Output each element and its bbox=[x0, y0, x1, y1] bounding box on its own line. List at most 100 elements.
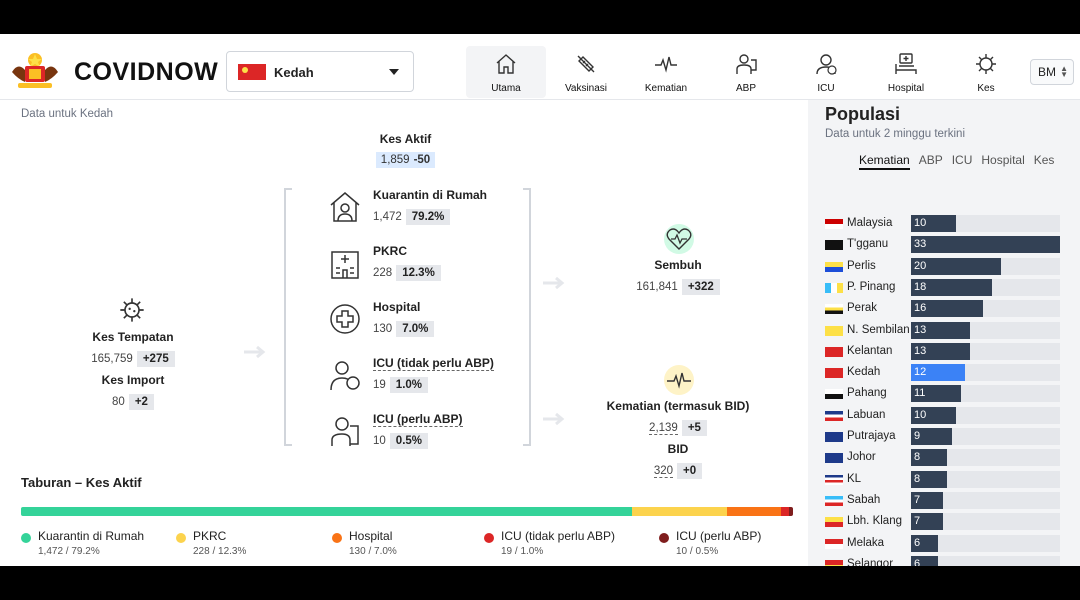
category-pct: 79.2% bbox=[405, 209, 451, 225]
bar-value: 10 bbox=[914, 217, 927, 229]
home-quarantine-icon bbox=[330, 192, 360, 222]
distribution-title: Taburan – Kes Aktif bbox=[21, 475, 142, 490]
up-down-arrows-icon: ▲ ▼ bbox=[1060, 64, 1068, 79]
bar-value: 6 bbox=[914, 557, 921, 566]
nav-item-kematian[interactable]: Kematian bbox=[626, 46, 706, 98]
state-row[interactable]: P. Pinang 18 bbox=[825, 278, 1065, 296]
kes-tempatan-value: 165,759 bbox=[91, 353, 133, 365]
state-row[interactable]: N. Sembilan 13 bbox=[825, 321, 1065, 339]
nav-label: Utama bbox=[491, 83, 521, 94]
sidebar-tab-abp[interactable]: ABP bbox=[919, 153, 943, 167]
bar-value: 11 bbox=[914, 387, 926, 400]
bar-fill: 11 bbox=[911, 385, 961, 403]
category-value: 228 bbox=[373, 267, 393, 279]
state-row[interactable]: Johor 8 bbox=[825, 449, 1065, 467]
state-dropdown[interactable]: Kedah bbox=[226, 51, 414, 92]
state-name: P. Pinang bbox=[847, 280, 896, 293]
sidebar-tab-icu[interactable]: ICU bbox=[952, 153, 973, 167]
state-flag-icon bbox=[825, 282, 843, 293]
nav-item-vaksinasi[interactable]: Vaksinasi bbox=[546, 46, 626, 98]
hospital-bed-icon bbox=[895, 53, 917, 74]
bar-track: 20 bbox=[911, 257, 1060, 275]
category-pct: 0.5% bbox=[389, 433, 429, 449]
bar-fill: 8 bbox=[911, 449, 948, 467]
medical-cross-icon bbox=[330, 304, 360, 334]
state-name: N. Sembilan bbox=[847, 323, 910, 336]
heart-pulse-icon bbox=[666, 228, 692, 250]
state-row[interactable]: Melaka 6 bbox=[825, 534, 1065, 552]
sidebar-tab-kematian[interactable]: Kematian bbox=[859, 153, 910, 170]
state-row[interactable]: Kelantan 13 bbox=[825, 342, 1065, 360]
nav-label: Kematian bbox=[644, 83, 688, 94]
state-row[interactable]: Sabah 7 bbox=[825, 491, 1065, 509]
nav-label: Kes bbox=[977, 83, 995, 94]
population-sidebar: Populasi Data untuk 2 minggu terkini Kem… bbox=[808, 100, 1080, 566]
state-name: Perlis bbox=[847, 259, 876, 272]
category-values: 19 1.0% bbox=[373, 377, 429, 393]
bar-value: 8 bbox=[914, 472, 921, 485]
data-for-state-subtitle: Data untuk Kedah bbox=[21, 108, 114, 120]
category-value: 1,472 bbox=[373, 211, 402, 223]
category-label: ICU (perlu ABP) bbox=[373, 412, 463, 427]
category-kuarantin: Kuarantin di Rumah 1,472 79.2% bbox=[326, 188, 516, 232]
legend-label: ICU (tidak perlu ABP) bbox=[501, 529, 616, 543]
nav-item-utama[interactable]: Utama bbox=[466, 46, 546, 98]
state-row[interactable]: Selangor 6 bbox=[825, 555, 1065, 566]
sembuh-block: Sembuh 161,841 +322 bbox=[613, 258, 743, 295]
bar-track: 8 bbox=[911, 449, 1060, 467]
legend-label: PKRC bbox=[193, 529, 227, 543]
state-flag-icon bbox=[825, 240, 843, 251]
distribution-segment bbox=[789, 507, 793, 516]
sembuh-value: 161,841 bbox=[636, 281, 678, 293]
state-row[interactable]: Perak 16 bbox=[825, 300, 1065, 318]
heartbeat-icon bbox=[655, 56, 677, 73]
state-name: T'gganu bbox=[847, 238, 889, 251]
kes-tempatan-block: Kes Tempatan 165,759 +275 Kes Import 80 +2 bbox=[68, 330, 198, 410]
bar-fill: 7 bbox=[911, 491, 943, 509]
state-flag-icon bbox=[825, 495, 843, 506]
state-row[interactable]: Labuan 10 bbox=[825, 406, 1065, 424]
state-name: KL bbox=[847, 472, 862, 485]
sidebar-tab-hospital[interactable]: Hospital bbox=[981, 153, 1024, 167]
language-select[interactable]: BM ▲ ▼ bbox=[1030, 59, 1074, 85]
state-row[interactable]: Lbh. Klang 7 bbox=[825, 513, 1065, 531]
virus-icon bbox=[120, 298, 144, 322]
state-row[interactable]: T'gganu 33 bbox=[825, 236, 1065, 254]
bar-fill: 8 bbox=[911, 470, 948, 488]
category-icu-perlu-abp: ICU (perlu ABP) 10 0.5% bbox=[326, 412, 516, 456]
coat-of-arms-logo[interactable] bbox=[8, 50, 62, 90]
state-row[interactable]: Malaysia 10 bbox=[825, 215, 1065, 232]
nav-item-kes[interactable]: Kes bbox=[946, 46, 1026, 98]
distribution-bar bbox=[21, 507, 793, 516]
category-pct: 1.0% bbox=[389, 377, 429, 393]
nav-item-abp[interactable]: ABP bbox=[706, 46, 786, 98]
bar-value: 33 bbox=[914, 238, 927, 251]
legend-dot bbox=[176, 533, 186, 543]
state-row[interactable]: Perlis 20 bbox=[825, 257, 1065, 275]
state-flag-icon bbox=[825, 432, 843, 442]
brand-title[interactable]: COVIDNOW bbox=[74, 58, 218, 87]
state-row[interactable]: KL 8 bbox=[825, 470, 1065, 488]
state-name: Kedah bbox=[847, 366, 881, 379]
nav-item-icu[interactable]: ICU bbox=[786, 46, 866, 98]
sidebar-subtitle: Data untuk 2 minggu terkini bbox=[825, 128, 965, 140]
legend-label: Kuarantin di Rumah bbox=[38, 529, 145, 543]
legend-value: 130 / 7.0% bbox=[349, 546, 397, 557]
home-icon bbox=[496, 54, 516, 74]
kes-tempatan-label: Kes Tempatan bbox=[92, 330, 174, 344]
nav-item-hospital[interactable]: Hospital bbox=[866, 46, 946, 98]
bar-track: 7 bbox=[911, 491, 1060, 509]
category-value: 10 bbox=[373, 435, 386, 447]
category-label: Kuarantin di Rumah bbox=[373, 188, 488, 202]
virus-icon bbox=[976, 54, 996, 74]
sidebar-tab-kes[interactable]: Kes bbox=[1034, 153, 1055, 167]
bar-fill: 12 bbox=[911, 364, 966, 382]
nav-label: ABP bbox=[735, 83, 756, 94]
bar-track: 7 bbox=[911, 513, 1060, 531]
state-row[interactable]: Kedah 12 bbox=[825, 364, 1065, 382]
bar-track: 11 bbox=[911, 385, 1060, 403]
state-name: Johor bbox=[847, 451, 876, 464]
state-row[interactable]: Putrajaya 9 bbox=[825, 428, 1065, 445]
kematian-delta: +5 bbox=[681, 420, 707, 436]
state-row[interactable]: Pahang 11 bbox=[825, 385, 1065, 403]
